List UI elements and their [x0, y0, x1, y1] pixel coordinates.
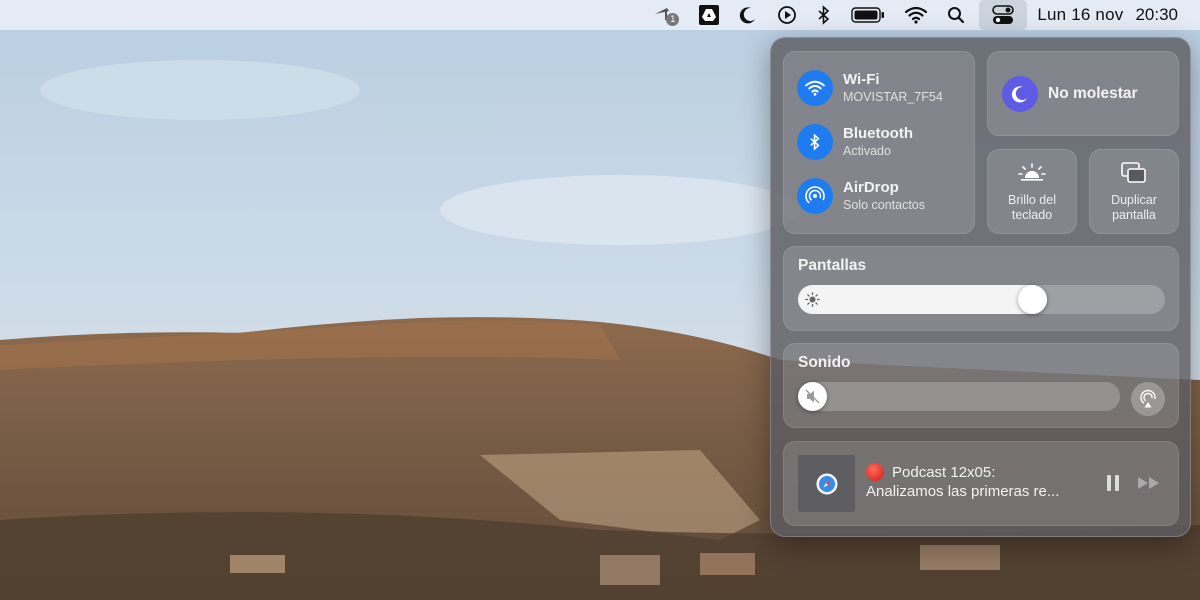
connectivity-tile: Wi-Fi MOVISTAR_7F54 Bluetooth Activado A… [783, 51, 975, 234]
now-playing-title-row: Podcast 12x05: [866, 463, 995, 481]
screen-mirroring-tile[interactable]: Duplicar pantalla [1089, 149, 1179, 234]
keyboard-brightness-label-1: Brillo del [1008, 193, 1056, 207]
sun-icon [805, 292, 820, 312]
airdrop-toggle[interactable] [797, 178, 833, 214]
google-drive-icon[interactable] [699, 0, 720, 30]
do-not-disturb-tile[interactable]: No molestar [987, 51, 1179, 136]
bluetooth-toggle[interactable] [797, 124, 833, 160]
airdrop-icon [805, 186, 825, 206]
keyboard-brightness-icon [988, 162, 1076, 182]
airdrop-row[interactable]: AirDrop Solo contactos [797, 178, 925, 214]
menubar-date[interactable]: Lun 16 nov [1037, 5, 1123, 25]
wifi-row[interactable]: Wi-Fi MOVISTAR_7F54 [797, 70, 943, 106]
sound-title: Sonido [798, 354, 851, 371]
display-brightness-slider[interactable] [798, 285, 1165, 314]
menu-bar: 1 Lun 16 nov 20:30 [0, 0, 1200, 30]
display-title: Pantallas [798, 257, 867, 274]
bluetooth-status: Activado [843, 144, 891, 158]
wifi-title: Wi-Fi [843, 71, 880, 88]
play-circle-icon[interactable] [777, 0, 797, 30]
control-center-icon[interactable] [979, 0, 1028, 30]
now-playing-tile: Podcast 12x05: Analizamos las primeras r… [783, 441, 1179, 526]
airdrop-status: Solo contactos [843, 198, 925, 212]
speaker-muted-icon [805, 389, 820, 404]
display-tile: Pantallas [783, 246, 1179, 331]
wifi-network-name: MOVISTAR_7F54 [843, 90, 943, 104]
menubar-time[interactable]: 20:30 [1135, 5, 1178, 25]
display-brightness-knob[interactable] [1018, 285, 1047, 314]
volume-slider[interactable] [798, 382, 1120, 411]
weather-app-icon[interactable]: 1 [653, 0, 680, 30]
safari-icon[interactable] [798, 455, 855, 512]
bluetooth-icon[interactable] [817, 0, 831, 30]
airplay-audio-icon[interactable] [1131, 382, 1165, 416]
airdrop-title: AirDrop [843, 179, 899, 196]
do-not-disturb-label: No molestar [1048, 84, 1138, 102]
display-brightness-fill [798, 285, 1047, 314]
control-center-panel: Wi-Fi MOVISTAR_7F54 Bluetooth Activado A… [770, 37, 1191, 537]
sound-tile: Sonido [783, 343, 1179, 428]
wifi-toggle[interactable] [797, 70, 833, 106]
pause-icon[interactable] [1106, 474, 1120, 497]
fast-forward-icon[interactable] [1137, 476, 1161, 495]
screen-mirroring-label-2: pantalla [1112, 208, 1156, 222]
volume-knob[interactable] [798, 382, 827, 411]
keyboard-brightness-label-2: teclado [1011, 208, 1053, 222]
moon-icon [1002, 75, 1038, 112]
screen-mirroring-label-1: Duplicar [1111, 193, 1157, 207]
wifi-icon[interactable] [905, 0, 928, 30]
bluetooth-icon [810, 133, 820, 151]
wifi-icon [805, 80, 825, 96]
notification-badge: 1 [666, 13, 680, 26]
record-dot-icon [866, 463, 884, 481]
moon-icon[interactable] [739, 0, 757, 30]
search-icon[interactable] [947, 0, 965, 30]
now-playing-title: Podcast 12x05: [892, 463, 996, 481]
bluetooth-title: Bluetooth [843, 125, 913, 142]
now-playing-subtitle: Analizamos las primeras re... [866, 483, 1060, 500]
keyboard-brightness-tile[interactable]: Brillo del teclado [987, 149, 1077, 234]
screen-mirroring-icon [1090, 162, 1178, 184]
battery-icon[interactable] [851, 0, 885, 30]
bluetooth-row[interactable]: Bluetooth Activado [797, 124, 913, 160]
